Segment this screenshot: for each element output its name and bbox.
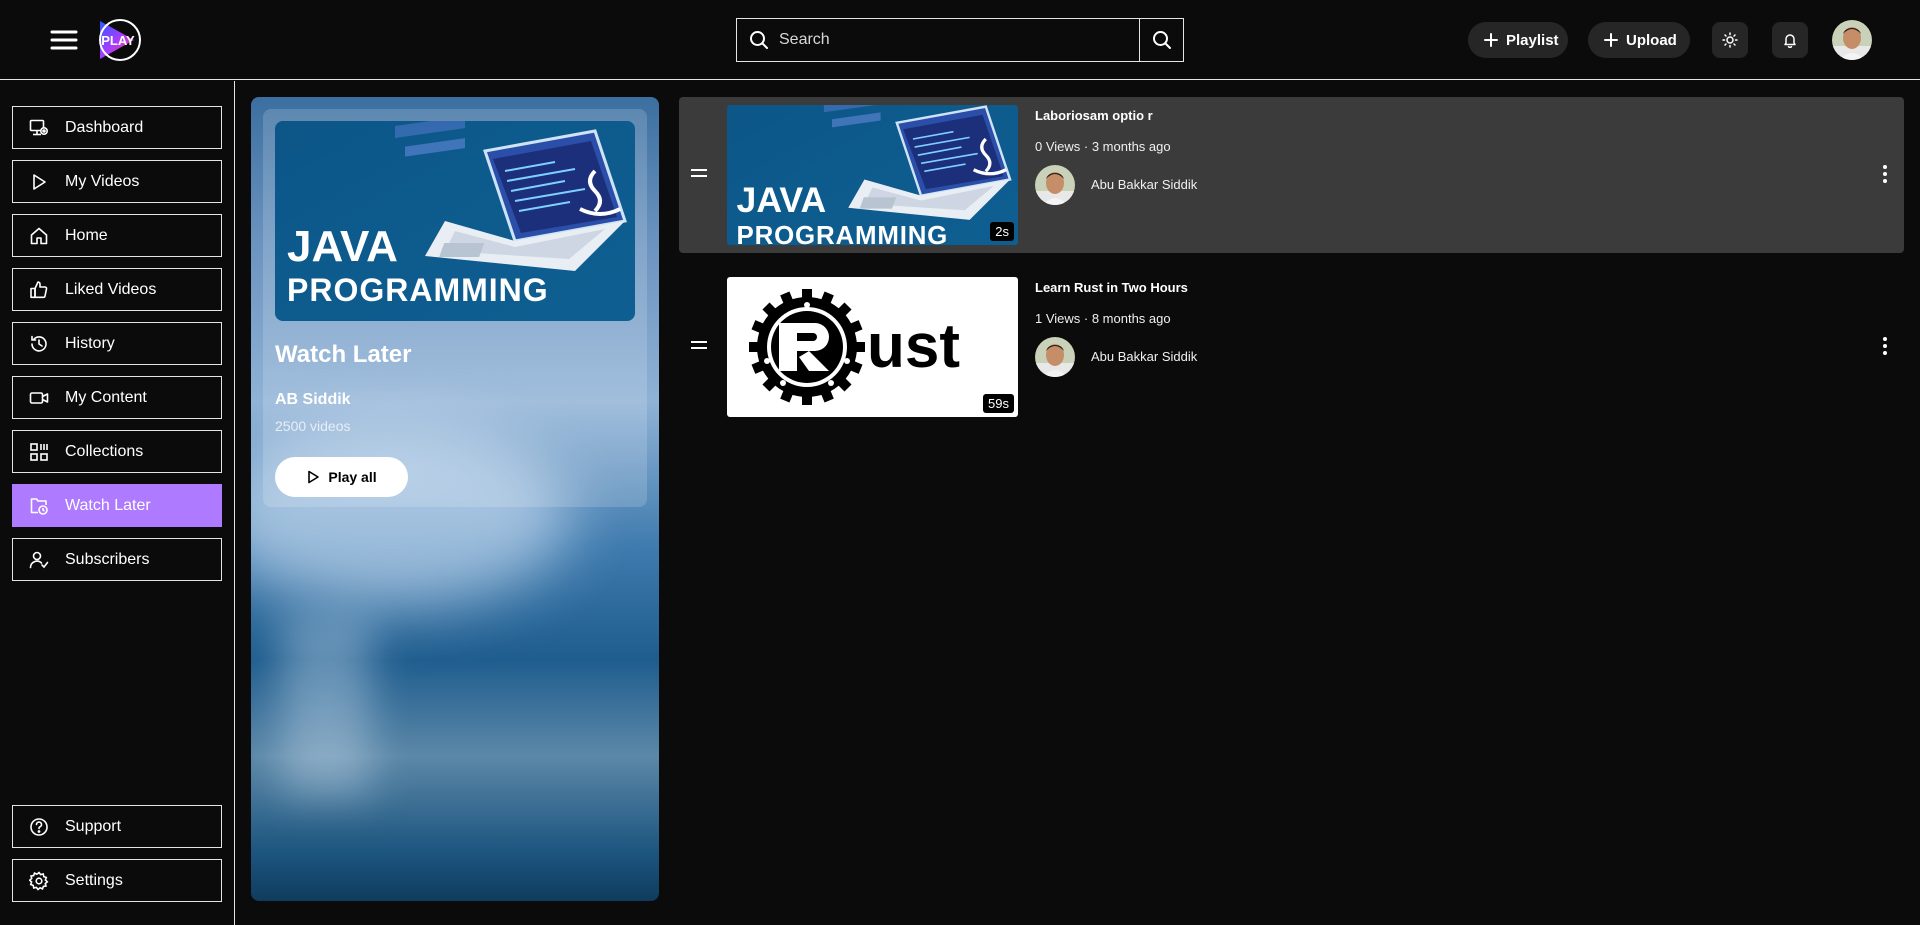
video-author[interactable]: Abu Bakkar Siddik	[1091, 349, 1197, 364]
history-icon	[29, 334, 49, 354]
more-options-icon[interactable]	[1879, 163, 1891, 185]
theme-toggle-button[interactable]	[1712, 22, 1748, 58]
folder-clock-icon	[29, 496, 49, 516]
sidebar-item-history[interactable]: History	[12, 322, 222, 365]
video-title[interactable]: Learn Rust in Two Hours	[1035, 280, 1188, 295]
video-thumbnail[interactable]: ust 59s	[727, 277, 1018, 417]
playlist-video-row[interactable]: ust 59s Learn Rust in Two Hours 1 Views …	[679, 269, 1904, 425]
sidebar-item-dashboard[interactable]: Dashboard	[12, 106, 222, 149]
video-author[interactable]: Abu Bakkar Siddik	[1091, 177, 1197, 192]
sidebar-item-collections[interactable]: Collections	[12, 430, 222, 473]
avatar[interactable]	[1832, 20, 1872, 60]
plus-icon	[1604, 33, 1618, 47]
search-icon	[749, 30, 769, 50]
plus-icon	[1484, 33, 1498, 47]
search-input[interactable]	[779, 31, 1139, 49]
play-icon	[306, 470, 320, 484]
playlist-title: Watch Later	[275, 341, 412, 368]
menu-icon[interactable]	[48, 26, 80, 54]
search-button[interactable]	[1139, 19, 1183, 61]
more-options-icon[interactable]	[1879, 335, 1891, 357]
bell-icon	[1782, 32, 1798, 48]
play-all-button[interactable]: Play all	[275, 457, 408, 497]
play-icon	[29, 172, 49, 192]
video-title[interactable]: Laboriosam optio r	[1035, 108, 1153, 123]
video-meta: 1 Views · 8 months ago	[1035, 311, 1171, 326]
sidebar-item-my-videos[interactable]: My Videos	[12, 160, 222, 203]
avatar[interactable]	[1035, 165, 1075, 205]
play-all-label: Play all	[328, 469, 377, 485]
sidebar: Dashboard My Videos Home Liked Videos Hi…	[0, 81, 235, 925]
collections-icon	[29, 442, 49, 462]
sidebar-item-label: Subscribers	[65, 550, 150, 568]
top-header: PLAY Playlist Upload	[0, 0, 1920, 80]
playlist-card: Watch Later AB Siddik 2500 videos Play a…	[251, 97, 659, 901]
upload-label: Upload	[1626, 31, 1677, 49]
sidebar-item-label: Liked Videos	[65, 280, 157, 298]
video-duration: 59s	[983, 394, 1014, 413]
sidebar-item-support[interactable]: Support	[12, 805, 222, 848]
avatar[interactable]	[1035, 337, 1075, 377]
video-camera-icon	[29, 388, 49, 408]
search-bar	[736, 18, 1184, 62]
playlist-video-row[interactable]: 2s Laboriosam optio r 0 Views · 3 months…	[679, 97, 1904, 253]
sidebar-item-home[interactable]: Home	[12, 214, 222, 257]
thumbs-up-icon	[29, 280, 49, 300]
sidebar-item-watch-later[interactable]: Watch Later	[12, 484, 222, 527]
sidebar-item-label: Home	[65, 226, 108, 244]
sun-icon	[1722, 32, 1738, 48]
search-icon	[1152, 30, 1172, 50]
video-duration: 2s	[990, 222, 1014, 241]
sidebar-item-label: Support	[65, 817, 122, 835]
sidebar-item-liked-videos[interactable]: Liked Videos	[12, 268, 222, 311]
gear-icon	[29, 870, 49, 891]
rust-thumb-text: ust	[867, 312, 960, 381]
drag-handle-icon[interactable]	[689, 165, 709, 181]
logo-text: PLAY	[101, 33, 135, 48]
playlist-info-panel: Watch Later AB Siddik 2500 videos Play a…	[263, 109, 647, 507]
monitor-icon	[29, 118, 49, 138]
drag-handle-icon[interactable]	[689, 337, 709, 353]
video-meta: 0 Views · 3 months ago	[1035, 139, 1171, 154]
sidebar-item-label: Dashboard	[65, 118, 144, 136]
rust-gear-icon	[749, 289, 865, 405]
sidebar-item-label: History	[65, 334, 115, 352]
home-icon	[29, 226, 49, 246]
create-playlist-label: Playlist	[1506, 31, 1559, 49]
upload-button[interactable]: Upload	[1588, 22, 1690, 58]
play-logo[interactable]: PLAY	[94, 17, 142, 63]
sidebar-item-label: Watch Later	[65, 496, 151, 514]
search-field	[737, 19, 1139, 61]
sidebar-item-settings[interactable]: Settings	[12, 859, 222, 902]
help-circle-icon	[29, 817, 49, 837]
video-thumbnail[interactable]: 2s	[727, 105, 1018, 245]
playlist-owner: AB Siddik	[275, 391, 351, 408]
playlist-thumbnail[interactable]	[275, 121, 635, 321]
sidebar-item-label: My Content	[65, 388, 147, 406]
sidebar-item-label: Collections	[65, 442, 144, 460]
sidebar-item-label: Settings	[65, 871, 123, 889]
create-playlist-button[interactable]: Playlist	[1468, 22, 1568, 58]
user-check-icon	[29, 550, 49, 570]
playlist-video-count: 2500 videos	[275, 418, 351, 434]
sidebar-item-subscribers[interactable]: Subscribers	[12, 538, 222, 581]
sidebar-item-label: My Videos	[65, 172, 140, 190]
sidebar-item-my-content[interactable]: My Content	[12, 376, 222, 419]
notifications-button[interactable]	[1772, 22, 1808, 58]
